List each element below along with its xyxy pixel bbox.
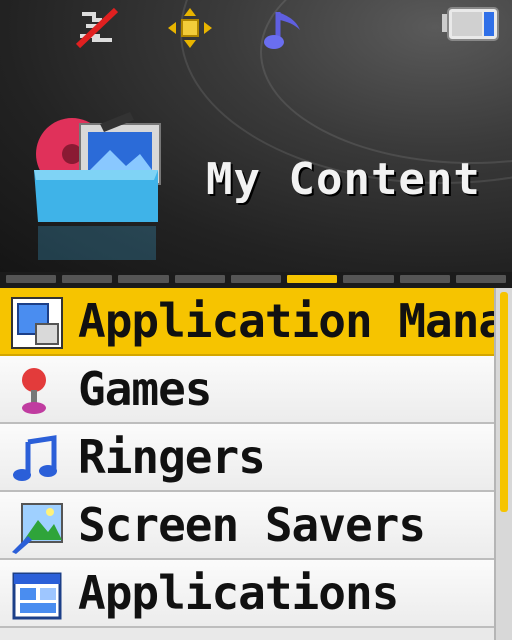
no-signal-icon	[72, 6, 122, 54]
music-notes-icon	[10, 432, 64, 486]
menu-item-label: Games	[78, 362, 212, 416]
tab-indicator-strip	[0, 272, 512, 288]
tab-indicator[interactable]	[455, 275, 506, 283]
menu-item-label: Ringers	[78, 430, 266, 484]
menu-item-label: Application Manag	[78, 294, 512, 348]
battery-icon	[440, 6, 502, 42]
folder-media-icon	[30, 110, 170, 264]
scrollbar[interactable]	[494, 288, 512, 640]
tab-indicator-active[interactable]	[287, 275, 338, 283]
joystick-icon	[10, 364, 64, 418]
page-title: My Content	[206, 154, 481, 205]
tab-indicator[interactable]	[6, 275, 57, 283]
content-menu-list: Application Manag Games Ringers Screen S…	[0, 288, 512, 640]
navigation-icon	[166, 6, 214, 54]
app-manager-icon	[10, 296, 64, 350]
tab-indicator[interactable]	[230, 275, 282, 283]
landscape-picture-icon	[10, 500, 64, 554]
menu-item-applications[interactable]: Applications	[0, 560, 494, 628]
menu-item-screen-savers[interactable]: Screen Savers	[0, 492, 494, 560]
menu-item-application-manager[interactable]: Application Manag	[0, 288, 512, 356]
tab-indicator[interactable]	[62, 275, 113, 283]
header-area: My Content	[0, 0, 512, 272]
menu-item-label: Applications	[78, 566, 399, 620]
menu-item-games[interactable]: Games	[0, 356, 494, 424]
tab-indicator[interactable]	[343, 275, 394, 283]
tab-indicator[interactable]	[118, 275, 169, 283]
menu-item-label: Screen Savers	[78, 498, 426, 552]
menu-item-ringers[interactable]: Ringers	[0, 424, 494, 492]
tab-indicator[interactable]	[399, 275, 450, 283]
tab-indicator[interactable]	[174, 275, 225, 283]
music-note-icon	[262, 6, 308, 56]
scrollbar-thumb[interactable]	[500, 292, 508, 512]
applications-window-icon	[10, 568, 64, 622]
